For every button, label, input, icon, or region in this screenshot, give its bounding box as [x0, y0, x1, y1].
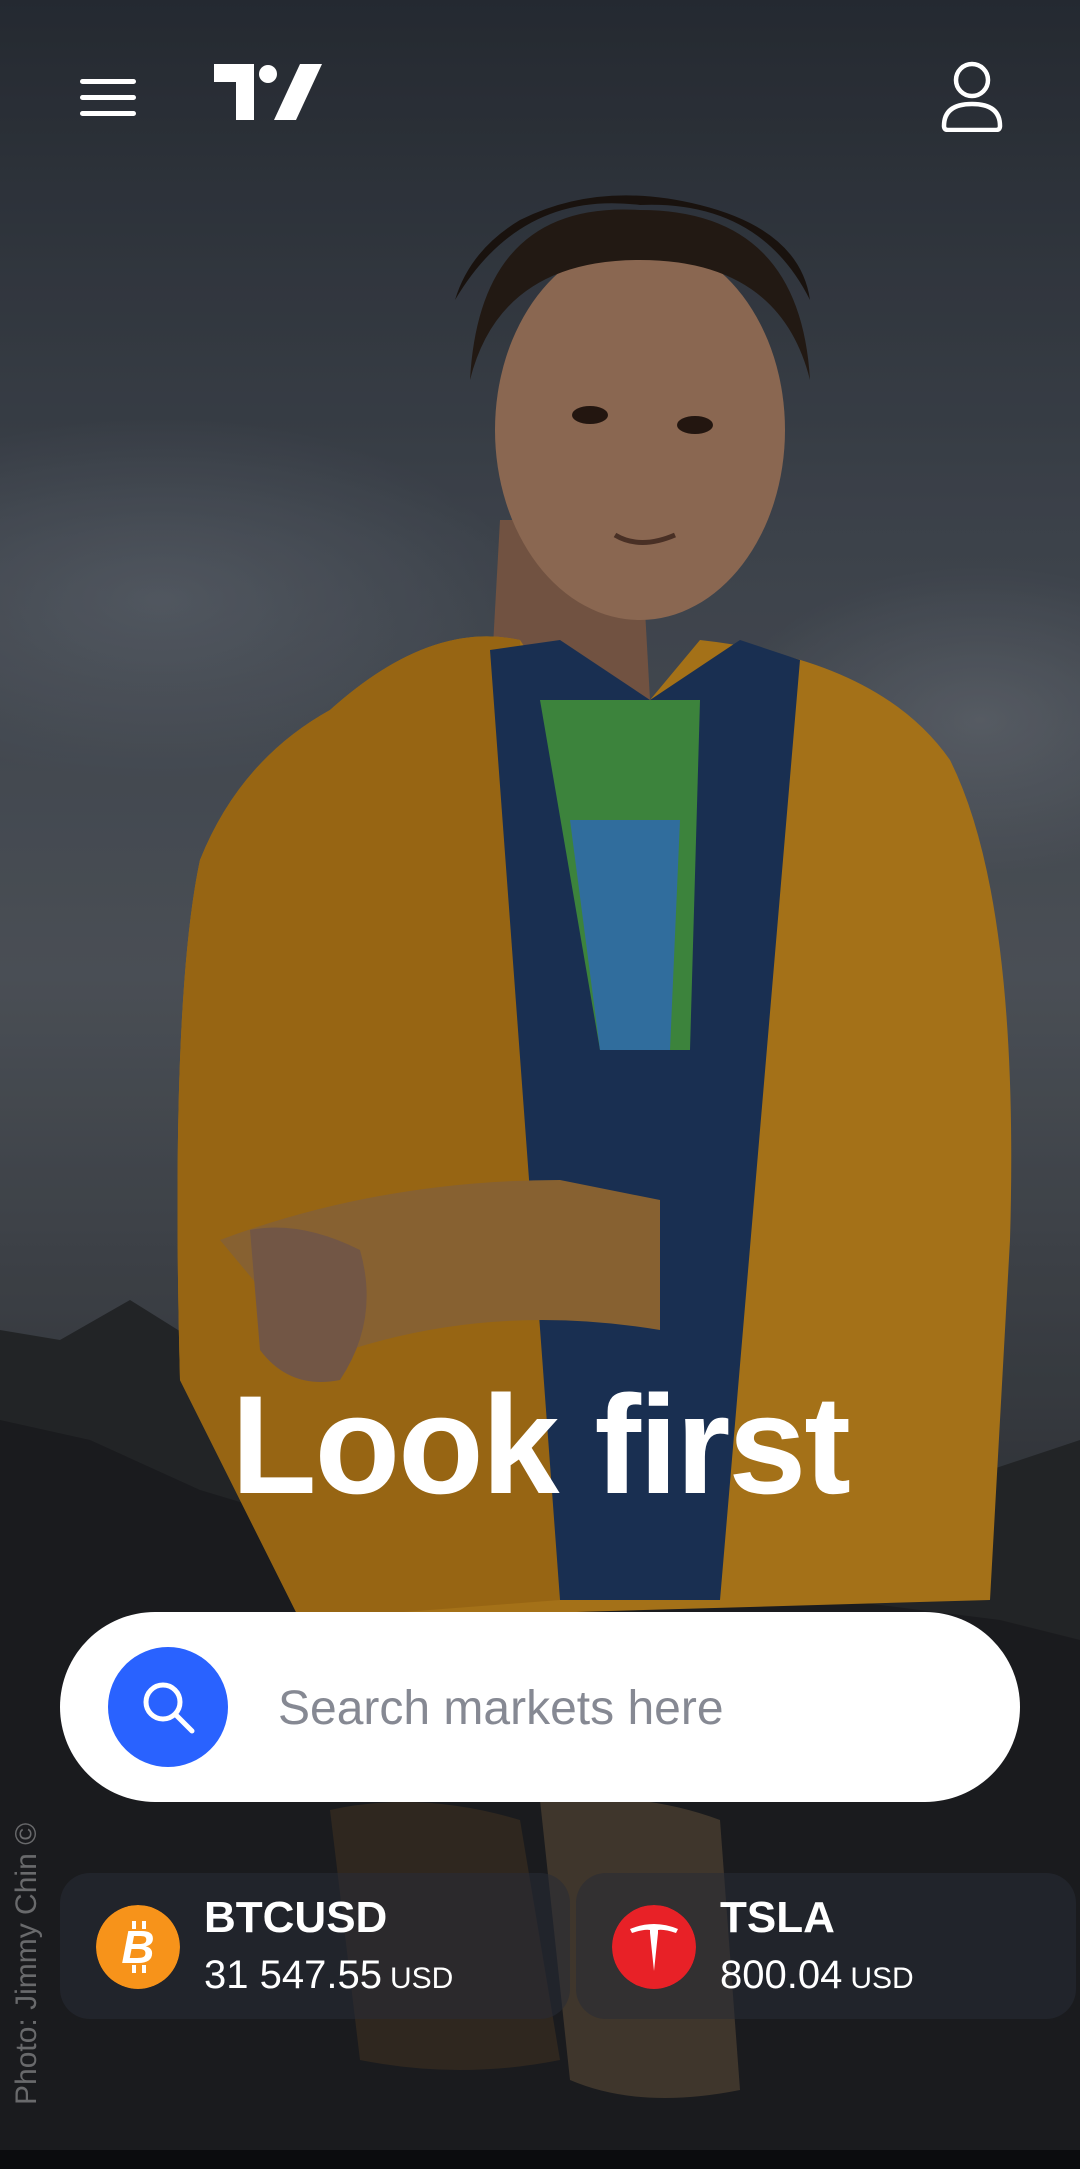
ticker-symbol: BTCUSD [204, 1893, 388, 1942]
hero-headline: Look first [231, 1366, 851, 1523]
ticker-price: 800.04 USD [720, 1953, 914, 1998]
hero-background-photo [0, 0, 1080, 2169]
top-bar [0, 0, 1080, 200]
ticker-price-value: 800.04 [720, 1953, 843, 1997]
menu-line [80, 111, 136, 116]
search-button[interactable] [108, 1647, 228, 1767]
photo-credit: Photo: Jimmy Chin © [10, 1822, 43, 2105]
bottom-edge [0, 2150, 1080, 2169]
user-profile-icon[interactable] [940, 60, 1004, 132]
hamburger-menu-icon[interactable] [80, 76, 136, 120]
search-input[interactable] [276, 1657, 980, 1759]
ticker-price-value: 31 547.55 [204, 1953, 382, 1997]
svg-text:B: B [121, 1921, 154, 1973]
tradingview-logo-icon[interactable] [214, 64, 324, 124]
ticker-card-btcusd[interactable]: B BTCUSD 31 547.55 USD [60, 1873, 570, 2019]
bitcoin-icon: B [96, 1905, 180, 1989]
ticker-currency: USD [850, 1962, 914, 1995]
search-icon [143, 1682, 195, 1734]
menu-line [80, 95, 136, 100]
tesla-icon [612, 1905, 696, 1989]
ticker-symbol: TSLA [720, 1893, 835, 1942]
ticker-currency: USD [389, 1962, 454, 1995]
search-bar[interactable] [60, 1612, 1020, 1802]
ticker-card-tsla[interactable]: TSLA 800.04 USD [576, 1873, 1076, 2019]
ticker-price: 31 547.55 USD [204, 1953, 453, 1998]
menu-line [80, 79, 136, 84]
hero-illustration [0, 0, 1080, 2169]
